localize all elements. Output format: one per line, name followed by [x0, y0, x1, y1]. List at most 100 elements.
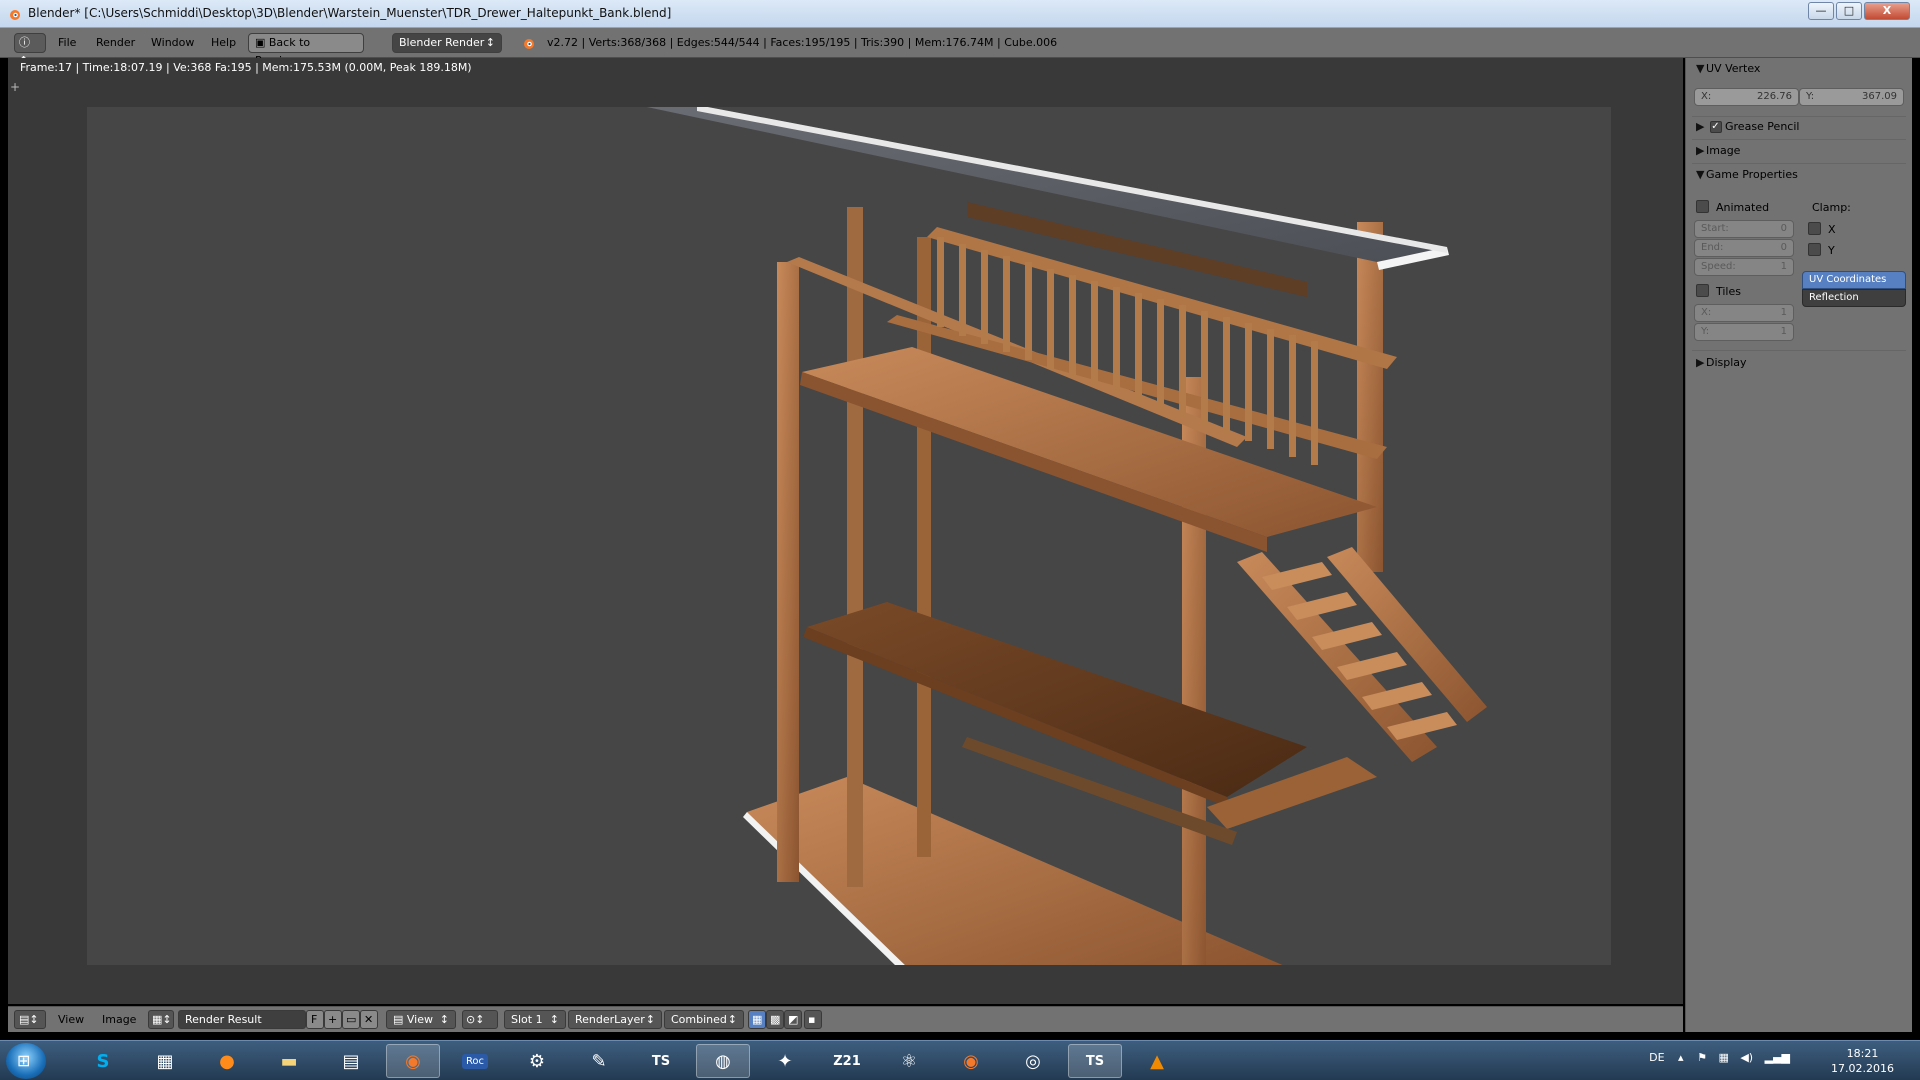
- mapping-reflection-option[interactable]: Reflection: [1802, 289, 1906, 307]
- taskbar-rocrail[interactable]: Roc: [448, 1044, 502, 1078]
- taskbar-notepad[interactable]: ▤: [324, 1044, 378, 1078]
- slot-dropdown[interactable]: Slot 1 ↕: [504, 1010, 566, 1029]
- fake-user-button[interactable]: F: [306, 1010, 324, 1029]
- panel-uv-vertex[interactable]: ▼ UV Vertex: [1696, 62, 1760, 75]
- clock-time: 18:21: [1846, 1047, 1879, 1060]
- tiles-y-field[interactable]: Y: 1: [1694, 323, 1794, 341]
- panel-game-properties[interactable]: ▼ Game Properties: [1696, 168, 1798, 181]
- menu-image[interactable]: Image: [102, 1013, 136, 1026]
- start-button[interactable]: ⊞: [6, 1043, 46, 1079]
- taskbar-network[interactable]: ⚛: [882, 1044, 936, 1078]
- taskbar-explorer[interactable]: ▬: [262, 1044, 316, 1078]
- menu-help[interactable]: Help: [211, 36, 236, 49]
- taskbar-ts-2[interactable]: TS: [1068, 1044, 1122, 1078]
- pivot-icon: ⊙↕: [466, 1013, 485, 1026]
- ts-icon: TS: [651, 1053, 671, 1069]
- open-image-button[interactable]: ▭: [342, 1010, 360, 1029]
- render-pass-dropdown[interactable]: Combined ↕: [664, 1010, 744, 1029]
- uv-y-value: 367.09: [1862, 91, 1897, 102]
- notepad-icon: ▤: [342, 1050, 360, 1072]
- browse-image-button[interactable]: ▦↕: [148, 1010, 174, 1029]
- x-icon: ✕: [364, 1013, 374, 1026]
- speed-field[interactable]: Speed: 1: [1694, 258, 1794, 276]
- unlink-image-button[interactable]: ✕: [360, 1010, 378, 1029]
- tiles-y-value: 1: [1780, 326, 1787, 337]
- window-titlebar: Blender* [C:\Users\Schmiddi\Desktop\3D\B…: [0, 0, 1920, 28]
- draw-zbuffer-button[interactable]: ◩: [784, 1010, 802, 1029]
- taskbar-trainz[interactable]: ◍: [696, 1044, 750, 1078]
- mapping-uv-coordinates-option[interactable]: UV Coordinates: [1802, 271, 1906, 289]
- uv-y-field[interactable]: Y: 367.09: [1799, 88, 1904, 106]
- grease-pencil-checkbox[interactable]: ✓: [1709, 121, 1722, 133]
- updown-icon: ↕: [727, 1013, 737, 1026]
- end-field[interactable]: End: 0: [1694, 239, 1794, 257]
- rendered-station-model: [647, 107, 1487, 965]
- clamp-x-checkbox[interactable]: [1808, 222, 1821, 235]
- render-layer-dropdown[interactable]: RenderLayer ↕: [568, 1010, 662, 1029]
- view-mode-dropdown[interactable]: ▤ View ↕: [386, 1010, 456, 1029]
- image-editor[interactable]: Frame:17 | Time:18:07.19 | Ve:368 Fa:195…: [8, 58, 1683, 1004]
- tiles-x-field[interactable]: X: 1: [1694, 304, 1794, 322]
- tray-arrow-icon[interactable]: ▴: [1678, 1051, 1684, 1064]
- menu-render[interactable]: Render: [96, 36, 135, 49]
- start-field[interactable]: Start: 0: [1694, 220, 1794, 238]
- draw-image-button[interactable]: ▦: [748, 1010, 766, 1029]
- maximize-button[interactable]: □: [1836, 2, 1862, 20]
- taskbar-steam[interactable]: ◎: [1006, 1044, 1060, 1078]
- menu-view[interactable]: View: [58, 1013, 84, 1026]
- properties-sidebar: ▼ UV Vertex X: 226.76 Y: 367.09 ▶ ✓ Greas…: [1685, 58, 1912, 1032]
- taskbar-settings[interactable]: ⚙: [510, 1044, 564, 1078]
- editor-type-button[interactable]: ⓘ ↕: [14, 33, 46, 67]
- clock[interactable]: 18:21 17.02.2016: [1831, 1046, 1894, 1076]
- animated-label: Animated: [1716, 201, 1770, 214]
- panel-grease-pencil[interactable]: ▶ ✓ Grease Pencil: [1696, 120, 1799, 133]
- taskbar-control-panel[interactable]: ▦: [138, 1044, 192, 1078]
- clamp-y-label: Y: [1828, 244, 1835, 257]
- taskbar-vlc[interactable]: ▲: [1130, 1044, 1184, 1078]
- folder-icon: ▭: [346, 1013, 357, 1026]
- flag-icon[interactable]: ⚑: [1697, 1051, 1707, 1064]
- uv-x-field[interactable]: X: 226.76: [1694, 88, 1799, 106]
- back-to-previous-button[interactable]: ▣ Back to Previous: [248, 33, 364, 67]
- new-image-button[interactable]: +: [324, 1010, 342, 1029]
- separator: [1692, 116, 1906, 117]
- minimize-button[interactable]: —: [1808, 2, 1834, 20]
- render-layer-label: RenderLayer: [575, 1013, 645, 1026]
- signal-icon[interactable]: ▂▄▆: [1765, 1051, 1790, 1064]
- area-split-plus[interactable]: +: [10, 80, 20, 94]
- clamp-label: Clamp:: [1812, 201, 1851, 214]
- taskbar-skype[interactable]: S: [76, 1044, 130, 1078]
- taskbar-blender[interactable]: ◉: [386, 1044, 440, 1078]
- panel-display[interactable]: ▶ Display: [1696, 356, 1747, 369]
- clamp-y-checkbox[interactable]: [1808, 243, 1821, 256]
- volume-icon[interactable]: ◀): [1740, 1051, 1753, 1064]
- steam-icon: ◎: [1025, 1050, 1041, 1072]
- editor-type-button-image[interactable]: ▤↕: [14, 1010, 46, 1029]
- render-engine-dropdown[interactable]: Blender Render ↕: [392, 33, 502, 53]
- blender-logo-icon: [524, 39, 534, 49]
- animated-checkbox[interactable]: [1696, 200, 1709, 213]
- pivot-dropdown[interactable]: ⊙↕: [462, 1010, 498, 1029]
- tiles-checkbox[interactable]: [1696, 284, 1709, 297]
- close-button[interactable]: X: [1864, 2, 1910, 20]
- uv-vertex-title: UV Vertex: [1706, 62, 1761, 75]
- draw-alpha-button[interactable]: ▩: [766, 1010, 784, 1029]
- taskbar-blender-2[interactable]: ◉: [944, 1044, 998, 1078]
- trainz-icon: ◍: [715, 1050, 731, 1072]
- image-name-label: Render Result: [185, 1013, 262, 1026]
- language-indicator[interactable]: DE: [1649, 1051, 1664, 1064]
- taskbar-firefox[interactable]: ●: [200, 1044, 254, 1078]
- image-name-field[interactable]: Render Result: [178, 1010, 306, 1029]
- taskbar-gimp[interactable]: ✦: [758, 1044, 812, 1078]
- panel-image[interactable]: ▶ Image: [1696, 144, 1740, 157]
- taskbar-ts[interactable]: TS: [634, 1044, 688, 1078]
- view-mode-label: View: [406, 1013, 433, 1026]
- taskbar-z21[interactable]: Z21: [820, 1044, 874, 1078]
- menu-file[interactable]: File: [58, 36, 76, 49]
- menu-window[interactable]: Window: [151, 36, 194, 49]
- draw-extra-button[interactable]: ▪: [804, 1010, 822, 1029]
- screen-icon: ▣: [255, 36, 269, 49]
- taskbar-paint[interactable]: ✎: [572, 1044, 626, 1078]
- network-tray-icon[interactable]: ▦: [1718, 1051, 1728, 1064]
- checker-icon: ▩: [770, 1013, 781, 1026]
